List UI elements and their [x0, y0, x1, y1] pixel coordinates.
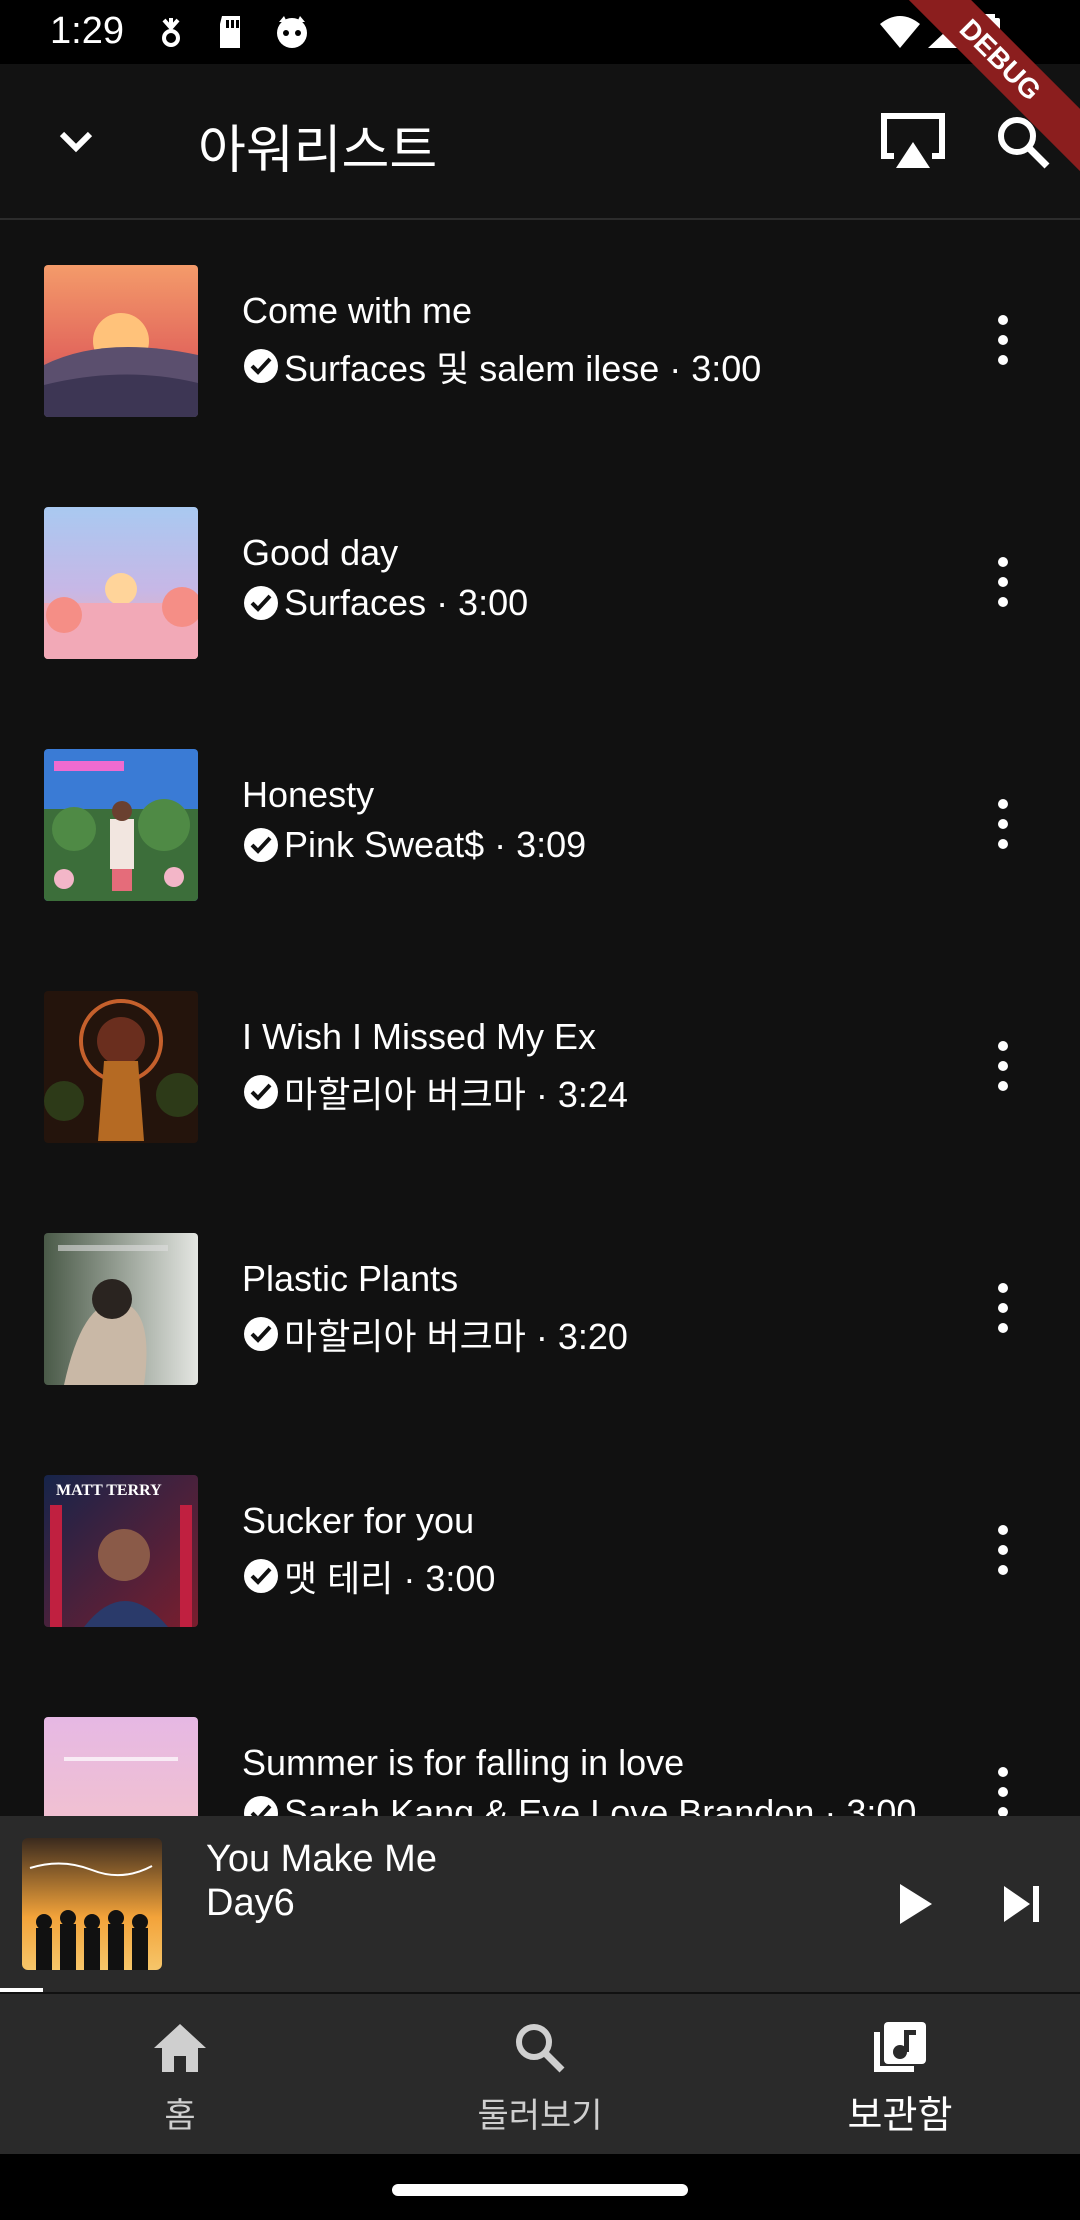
gesture-nav-bar	[0, 2154, 1080, 2220]
verified-check-icon	[244, 1317, 278, 1351]
verified-check-icon	[244, 586, 278, 620]
song-title: Honesty	[242, 774, 375, 815]
song-title: Plastic Plants	[242, 1258, 459, 1299]
home-gesture-handle[interactable]	[392, 2184, 688, 2196]
song-subtitle: Pink Sweat$ · 3:09	[242, 824, 586, 866]
more-vert-icon[interactable]	[985, 1764, 1021, 1816]
album-art	[44, 749, 198, 901]
download-icon	[162, 18, 180, 47]
song-artist-duration: 맷 테리 · 3:00	[284, 1558, 496, 1599]
verified-check-icon	[244, 349, 278, 383]
search-icon	[516, 2024, 565, 2073]
album-art	[44, 1233, 198, 1385]
cat-icon	[277, 16, 307, 48]
status-time: 1:29	[50, 10, 124, 52]
nav-label: 보관함	[847, 2093, 953, 2137]
song-subtitle: Sarah Kang & Eye Love Brandon · 3:00	[242, 1792, 916, 1816]
playback-progress-bar[interactable]	[0, 1988, 44, 1992]
nav-item-explore[interactable]: 둘러보기	[360, 1994, 720, 2154]
verified-check-icon	[244, 1075, 278, 1109]
song-subtitle: 마할리아 버크마 · 3:24	[242, 1066, 628, 1118]
song-artist-duration: 마할리아 버크마 · 3:24	[284, 1074, 628, 1115]
song-row[interactable]: I Wish I Missed My Ex 마할리아 버크마 · 3:24	[0, 946, 1080, 1188]
song-row[interactable]: Plastic Plants 마할리아 버크마 · 3:20	[0, 1188, 1080, 1430]
now-playing-art	[22, 1838, 162, 1970]
nav-item-home[interactable]: 홈	[0, 1994, 360, 2154]
song-artist-duration: Surfaces · 3:00	[284, 582, 529, 623]
album-art	[44, 507, 198, 659]
song-row[interactable]: Good day Surfaces · 3:00	[0, 462, 1080, 704]
mini-player[interactable]: You Make Me Day6	[0, 1816, 1080, 1992]
song-artist-duration: Sarah Kang & Eye Love Brandon · 3:00	[284, 1792, 917, 1816]
nav-label: 둘러보기	[477, 2096, 603, 2136]
song-artist-duration: Surfaces 및 salem ilese · 3:00	[284, 348, 762, 389]
now-playing-artist: Day6	[206, 1882, 295, 1924]
album-art	[44, 991, 198, 1143]
song-artist-duration: 마할리아 버크마 · 3:20	[284, 1316, 628, 1357]
song-artist-duration: Pink Sweat$ · 3:09	[284, 824, 587, 865]
verified-check-icon	[244, 1796, 278, 1816]
sd-card-icon	[220, 16, 240, 48]
page-title: 아워리스트	[198, 121, 438, 181]
song-row[interactable]: Honesty Pink Sweat$ · 3:09	[0, 704, 1080, 946]
album-art	[44, 265, 198, 417]
app-bar: 아워리스트	[0, 64, 1080, 220]
album-art	[44, 1717, 198, 1816]
song-title: Sucker for you	[242, 1500, 475, 1541]
verified-check-icon	[244, 1559, 278, 1593]
more-vert-icon[interactable]	[985, 796, 1021, 852]
nav-item-library[interactable]: 보관함	[720, 1994, 1080, 2154]
home-icon	[154, 2024, 206, 2072]
song-row[interactable]: MATT TERRY Sucker for you 맷 테리 · 3:00	[0, 1430, 1080, 1672]
library-music-icon	[874, 2022, 926, 2072]
chevron-down-icon[interactable]	[40, 114, 112, 170]
more-vert-icon[interactable]	[985, 312, 1021, 368]
cast-airplay-icon[interactable]	[880, 112, 946, 170]
nav-label: 홈	[164, 2096, 196, 2136]
song-row[interactable]: Summer is for falling in love Sarah Kang…	[0, 1672, 1080, 1816]
song-subtitle: Surfaces · 3:00	[242, 582, 528, 624]
song-subtitle: 맷 테리 · 3:00	[242, 1550, 495, 1602]
more-vert-icon[interactable]	[985, 1522, 1021, 1578]
skip-next-icon[interactable]	[1002, 1884, 1042, 1924]
song-title: Come with me	[242, 290, 473, 331]
verified-check-icon	[244, 828, 278, 862]
song-title: Good day	[242, 532, 399, 573]
song-list[interactable]: Come with me Surfaces 및 salem ilese · 3:…	[0, 220, 1080, 1816]
song-title: Summer is for falling in love	[242, 1742, 685, 1783]
album-art-text: MATT TERRY	[56, 1482, 162, 1499]
wifi-icon	[880, 16, 920, 48]
song-subtitle: 마할리아 버크마 · 3:20	[242, 1308, 628, 1360]
play-icon[interactable]	[896, 1882, 936, 1926]
more-vert-icon[interactable]	[985, 554, 1021, 610]
album-art: MATT TERRY	[44, 1475, 198, 1627]
song-row[interactable]: Come with me Surfaces 및 salem ilese · 3:…	[0, 220, 1080, 462]
more-vert-icon[interactable]	[985, 1038, 1021, 1094]
song-title: I Wish I Missed My Ex	[242, 1016, 597, 1057]
bottom-nav: 홈 둘러보기 보관함	[0, 1994, 1080, 2154]
more-vert-icon[interactable]	[985, 1280, 1021, 1336]
song-subtitle: Surfaces 및 salem ilese · 3:00	[242, 340, 761, 392]
now-playing-title: You Make Me	[206, 1838, 437, 1880]
